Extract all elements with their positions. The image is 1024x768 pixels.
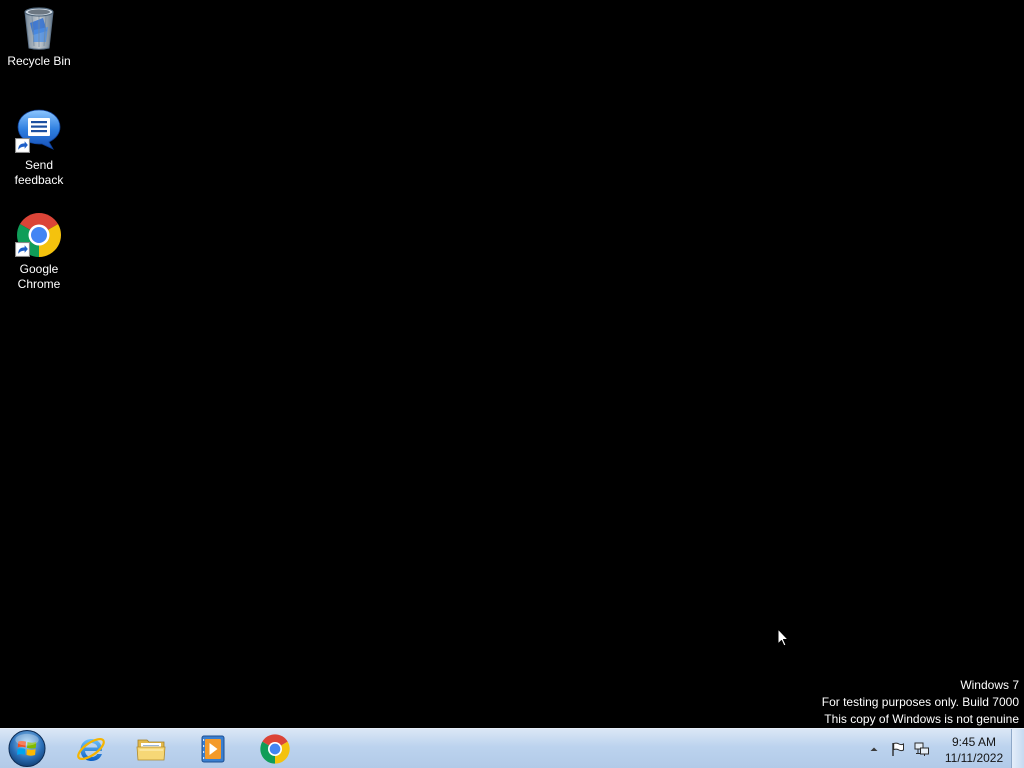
desktop-screen: Recycle Bin Send feedback Google Chrome …: [0, 0, 1024, 768]
watermark-version: Windows 7: [960, 678, 1019, 692]
desktop-icon-label[interactable]: Send feedback: [3, 158, 75, 188]
desktop-icon-label[interactable]: Recycle Bin: [3, 54, 75, 69]
action-center-flag-icon[interactable]: [890, 741, 906, 757]
taskbar-pinned-google-chrome[interactable]: [244, 729, 305, 768]
start-button[interactable]: [7, 729, 47, 768]
internet-explorer-icon[interactable]: [75, 733, 107, 765]
send-feedback-icon[interactable]: [15, 107, 63, 155]
taskbar-clock[interactable]: 9:45 AM 11/11/2022: [941, 729, 1007, 768]
arrow-cursor-icon: [777, 628, 789, 647]
show-hidden-icons-arrow-icon[interactable]: [869, 744, 879, 754]
shortcut-arrow-icon: [15, 138, 30, 153]
tray-action-center[interactable]: [889, 729, 907, 768]
show-hidden-icons-button[interactable]: [867, 729, 881, 768]
windows-media-player-icon[interactable]: [197, 733, 229, 765]
taskbar: 9:45 AM 11/11/2022: [0, 728, 1024, 768]
watermark-genuine-notice: This copy of Windows is not genuine: [824, 712, 1019, 726]
network-icon[interactable]: [914, 741, 930, 757]
desktop-icon-send-feedback[interactable]: Send feedback: [2, 104, 76, 204]
watermark-build: For testing purposes only. Build 7000: [821, 695, 1019, 709]
show-desktop-button[interactable]: [1011, 729, 1024, 768]
google-chrome-icon[interactable]: [15, 211, 63, 259]
clock-date: 11/11/2022: [944, 751, 1004, 765]
tray-network[interactable]: [913, 729, 931, 768]
taskbar-pinned-windows-media-player[interactable]: [182, 729, 243, 768]
desktop-area[interactable]: Recycle Bin Send feedback Google Chrome: [0, 0, 1024, 728]
taskbar-pinned-windows-explorer[interactable]: [121, 729, 182, 768]
desktop-icon-recycle-bin[interactable]: Recycle Bin: [2, 0, 76, 100]
taskbar-pinned-internet-explorer[interactable]: [60, 729, 121, 768]
windows-start-orb-icon[interactable]: [7, 729, 47, 768]
shortcut-arrow-icon: [15, 242, 30, 257]
clock-time: 9:45 AM: [951, 735, 997, 749]
desktop-icon-label[interactable]: Google Chrome: [3, 262, 75, 292]
recycle-bin-icon[interactable]: [15, 3, 63, 51]
desktop-icon-google-chrome[interactable]: Google Chrome: [2, 208, 76, 308]
windows-explorer-icon[interactable]: [136, 733, 168, 765]
google-chrome-icon[interactable]: [259, 733, 291, 765]
windows-watermark: Windows 7 For testing purposes only. Bui…: [822, 677, 1019, 728]
